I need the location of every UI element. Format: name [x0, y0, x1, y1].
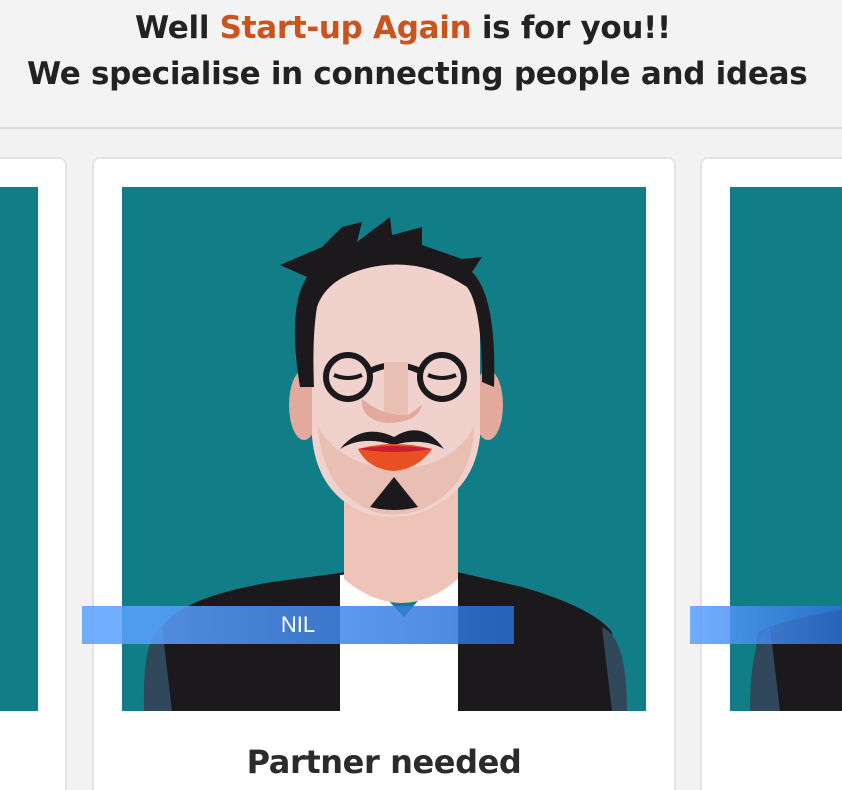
carousel-card-next[interactable] — [700, 157, 842, 790]
hero-prefix: Well — [135, 10, 220, 46]
hero-subheadline: We specialise in connecting people and i… — [27, 56, 808, 92]
card-photo — [0, 187, 38, 711]
avatar-partial-icon — [0, 187, 38, 711]
card-title: Partner needed — [246, 743, 522, 781]
carousel-card-previous[interactable] — [0, 157, 67, 790]
name-tag-bar: NIL — [82, 606, 514, 644]
hero-banner: Well Start-up Again is for you!! We spec… — [0, 0, 842, 129]
page: Well Start-up Again is for you!! We spec… — [0, 0, 842, 790]
name-tag-bar-next — [690, 606, 842, 644]
hero-headline: Well Start-up Again is for you!! — [135, 10, 671, 46]
name-tag-label: NIL — [280, 612, 316, 637]
hero-suffix: is for you!! — [471, 10, 671, 46]
carousel-card-featured[interactable]: Partner needed — [92, 157, 676, 790]
brand-name: Start-up Again — [219, 10, 472, 46]
